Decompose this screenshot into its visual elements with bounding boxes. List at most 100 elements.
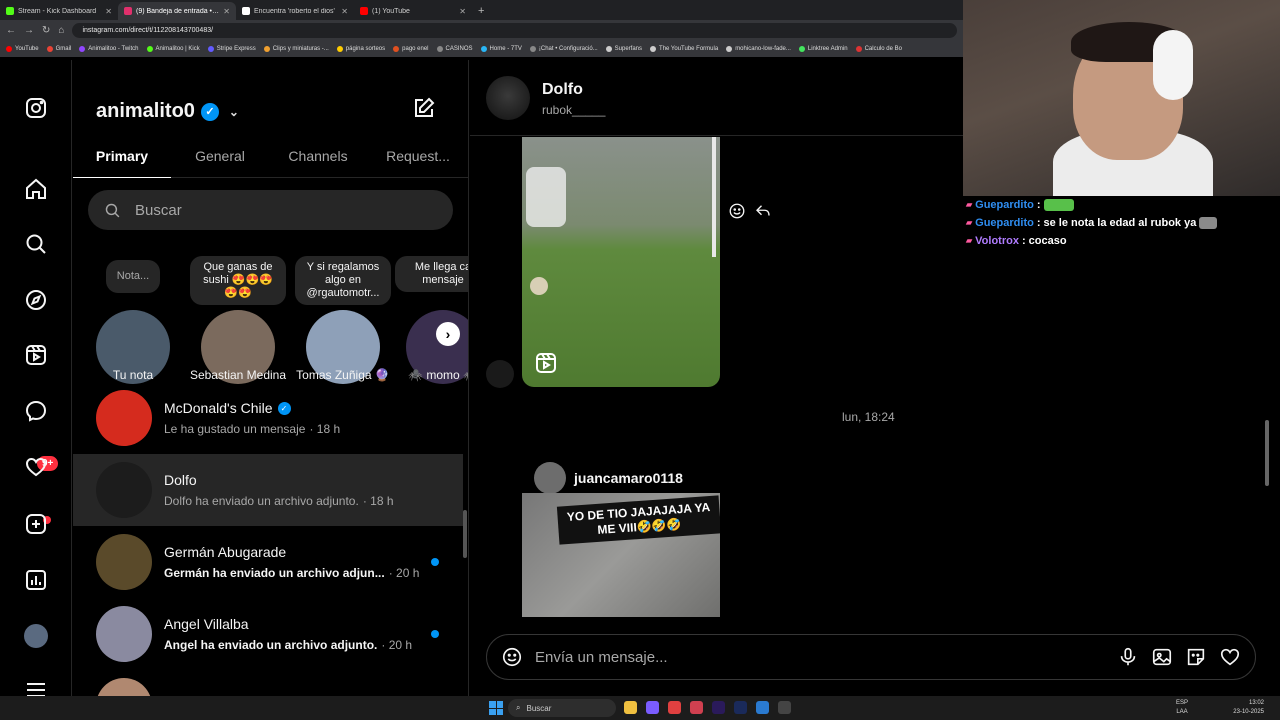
preview-time: · 18 h xyxy=(309,422,341,436)
tab-close-icon[interactable]: ✕ xyxy=(341,7,348,16)
page-scrollbar[interactable] xyxy=(1265,420,1269,486)
bookmark-label: página sorteos xyxy=(345,46,386,52)
create-plus-icon[interactable] xyxy=(22,510,50,538)
bookmark-item[interactable]: CASINOS xyxy=(436,46,473,52)
bookmark-item[interactable]: Animalitoo | Kick xyxy=(146,46,200,52)
new-message-compose-icon[interactable] xyxy=(412,96,438,122)
input-language[interactable]: ESP LAA xyxy=(1176,699,1188,717)
video-thumbnail-goalpost xyxy=(712,137,716,257)
messenger-icon[interactable] xyxy=(22,397,50,425)
home-icon[interactable]: ⌂ xyxy=(58,25,64,36)
inbox-tab[interactable]: Channels xyxy=(269,138,367,178)
tab-close-icon[interactable]: ✕ xyxy=(223,7,230,16)
bookmark-item[interactable]: Stripe Express xyxy=(207,46,256,52)
microphone-icon[interactable] xyxy=(1117,646,1139,668)
bookmark-item[interactable]: Gmail xyxy=(46,46,71,52)
bookmark-item[interactable]: pago enel xyxy=(393,46,429,52)
chrome-icon[interactable] xyxy=(668,701,681,714)
account-switcher[interactable]: animalito0 ✓ ⌄ xyxy=(96,100,239,123)
conversation-row[interactable]: Germán Abugarade Germán ha enviado un arc… xyxy=(73,526,463,598)
browser-tab-strip: Stream - Kick Dashboard ✕ (9) Bandeja de e… xyxy=(0,0,963,20)
sticker-icon[interactable] xyxy=(1185,646,1207,668)
home-nav-icon[interactable] xyxy=(22,175,50,203)
photoshop-icon[interactable] xyxy=(734,701,747,714)
bookmark-item[interactable]: Clips y miniaturas -... xyxy=(263,46,329,52)
emoji-icon[interactable] xyxy=(501,646,523,668)
reply-icon[interactable] xyxy=(754,202,772,220)
reload-icon[interactable]: ↻ xyxy=(42,25,50,36)
image-icon[interactable] xyxy=(1151,646,1173,668)
bookmark-item[interactable]: Home - 7TV xyxy=(480,46,522,52)
chat-avatar[interactable] xyxy=(486,76,530,120)
webcam-overlay xyxy=(963,0,1280,196)
tab-close-icon[interactable]: ✕ xyxy=(459,7,466,16)
shared-post-header[interactable]: juancamaro0118 xyxy=(534,462,683,494)
note-item[interactable]: Que ganas de sushi 😍😍😍😍😍 Sebastian Medina xyxy=(188,256,288,384)
inbox-tab[interactable]: General xyxy=(171,138,269,178)
bookmark-item[interactable]: página sorteos xyxy=(336,46,386,52)
bookmark-item[interactable]: Animalitoo - Twitch xyxy=(79,46,139,52)
forward-icon[interactable]: → xyxy=(24,25,34,36)
browser-tab[interactable]: (1) YouTube ✕ xyxy=(354,2,472,20)
conversation-row[interactable]: McDonald's Chile ✓ Le ha gustado un mensaj… xyxy=(73,382,463,454)
conversation-list: McDonald's Chile ✓ Le ha gustado un mensaj… xyxy=(73,382,463,696)
bookmark-label: Animalitoo - Twitch xyxy=(88,46,139,52)
discord-icon[interactable] xyxy=(646,701,659,714)
note-item[interactable]: Me llega ca mensaje 🕷️ momo 🕷️ xyxy=(393,256,468,384)
bookmark-item[interactable]: ¡Chat • Configuració... xyxy=(529,46,598,52)
reels-icon[interactable] xyxy=(22,341,50,369)
message-input[interactable]: Envía un mensaje... xyxy=(535,649,1105,666)
bookmark-item[interactable]: YouTube xyxy=(6,46,39,52)
dashboard-chart-icon[interactable] xyxy=(22,566,50,594)
emoji-react-icon[interactable] xyxy=(728,202,746,220)
conversation-preview: Dolfo ha enviado un archivo adjunto. · 18… xyxy=(164,494,394,508)
conversation-name-row: McDonald's Chile ✓ xyxy=(164,400,340,416)
profile-avatar-icon[interactable] xyxy=(22,622,50,650)
app-icon[interactable] xyxy=(690,701,703,714)
bookmark-item[interactable]: Linktree Admin xyxy=(798,46,848,52)
back-icon[interactable]: ← xyxy=(6,25,16,36)
instagram-logo-icon[interactable] xyxy=(22,94,50,122)
taskbar-search[interactable]: ⌕ Buscar xyxy=(508,699,616,717)
edge-icon[interactable] xyxy=(756,701,769,714)
bookmark-item[interactable]: Superfans xyxy=(605,46,642,52)
bookmark-favicon-icon xyxy=(480,46,487,52)
tab-favicon-icon xyxy=(242,7,250,15)
notifications-heart-icon[interactable] xyxy=(22,453,50,481)
search-field[interactable]: Buscar xyxy=(88,190,453,230)
taskbar-clock[interactable]: 13:02 23-10-2025 xyxy=(1233,699,1264,717)
shared-reel-attachment[interactable] xyxy=(522,137,720,387)
search-nav-icon[interactable] xyxy=(22,230,50,258)
obs-icon[interactable] xyxy=(778,701,791,714)
premiere-icon[interactable] xyxy=(712,701,725,714)
conversation-name-row: Angel Villalba xyxy=(164,616,412,632)
shared-post-attachment[interactable]: YO DE TIO JAJAJAJA YA ME VIII🤣🤣🤣 xyxy=(522,493,720,617)
conversation-row[interactable]: Angel Villalba Angel ha enviado un archiv… xyxy=(73,598,463,670)
windows-start-icon[interactable] xyxy=(489,701,503,715)
file-explorer-icon[interactable] xyxy=(624,701,637,714)
chat-contact-name[interactable]: Dolfo xyxy=(542,81,583,99)
bookmark-item[interactable]: Calculo de Bo xyxy=(855,46,902,52)
chat-header[interactable]: Dolfo rubok_____ xyxy=(470,60,963,136)
notes-next-arrow-icon[interactable]: › xyxy=(436,322,460,346)
conversation-row[interactable]: Mirko Diaz xyxy=(73,670,463,696)
browser-tab[interactable]: Encuentra 'roberto el dios' ✕ xyxy=(236,2,354,20)
conversation-row[interactable]: Dolfo Dolfo ha enviado un archivo adjunto… xyxy=(73,454,463,526)
tab-title: Stream - Kick Dashboard xyxy=(18,7,97,15)
explore-compass-icon[interactable] xyxy=(22,286,50,314)
bookmark-item[interactable]: The YouTube Formula xyxy=(650,46,718,52)
note-item[interactable]: Y si regalamos algo en @rgautomotr... Tom… xyxy=(293,256,393,384)
browser-tab[interactable]: (9) Bandeja de entrada • Chats✕ xyxy=(118,2,236,20)
inbox-scrollbar[interactable] xyxy=(463,510,467,558)
note-item[interactable]: Nota... Tu nota xyxy=(83,256,183,384)
conversation-info: Germán Abugarade Germán ha enviado un arc… xyxy=(164,544,419,580)
inbox-tab[interactable]: Primary xyxy=(73,138,171,178)
inbox-tab[interactable]: Request... xyxy=(367,138,468,178)
browser-tab[interactable]: Stream - Kick Dashboard ✕ xyxy=(0,2,118,20)
bookmark-item[interactable]: mohicano-low-fade... xyxy=(726,46,791,52)
message-composer[interactable]: Envía un mensaje... xyxy=(486,634,1256,680)
new-tab-icon[interactable]: + xyxy=(472,5,490,20)
like-heart-icon[interactable] xyxy=(1219,646,1241,668)
url-field[interactable]: instagram.com/direct/t/112208143700483/ xyxy=(72,23,957,38)
tab-close-icon[interactable]: ✕ xyxy=(105,7,112,16)
